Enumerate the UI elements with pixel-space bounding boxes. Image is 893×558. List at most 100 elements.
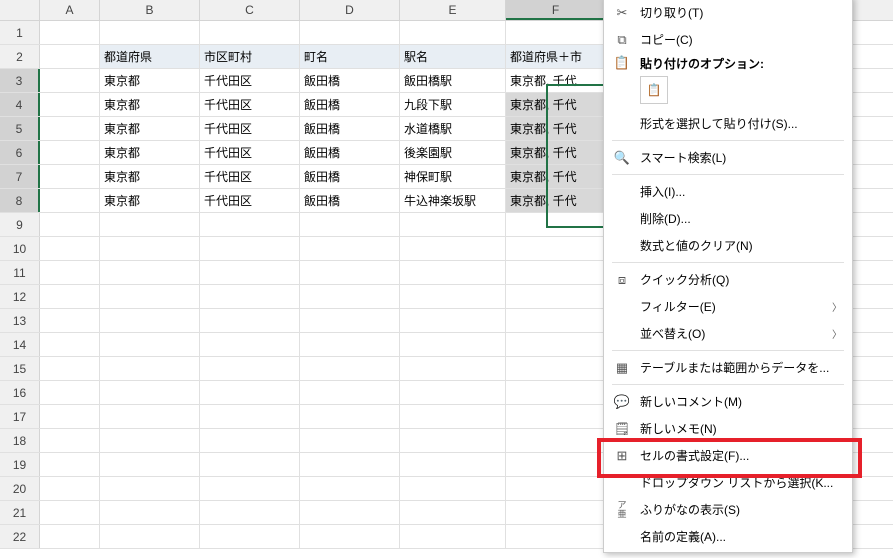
- cell[interactable]: [400, 285, 506, 308]
- row-header[interactable]: 20: [0, 477, 40, 500]
- col-header-c[interactable]: C: [200, 0, 300, 20]
- menu-format-cells[interactable]: ⊞ セルの書式設定(F)...: [604, 442, 852, 469]
- cell-selected[interactable]: 東京都, 千代: [506, 117, 606, 140]
- cell[interactable]: [200, 357, 300, 380]
- cell-header-e[interactable]: 駅名: [400, 45, 506, 68]
- cell[interactable]: [40, 309, 100, 332]
- cell-header-f[interactable]: 都道府県＋市: [506, 45, 606, 68]
- cell[interactable]: [200, 477, 300, 500]
- cell[interactable]: 東京都: [100, 189, 200, 212]
- cell[interactable]: [200, 501, 300, 524]
- cell-selected[interactable]: 東京都, 千代: [506, 93, 606, 116]
- menu-new-note[interactable]: 🗒 新しいメモ(N): [604, 415, 852, 442]
- menu-define-name[interactable]: 名前の定義(A)...: [604, 523, 852, 550]
- cell-selected[interactable]: 東京都, 千代: [506, 165, 606, 188]
- cell[interactable]: [40, 93, 100, 116]
- cell[interactable]: [40, 525, 100, 548]
- cell[interactable]: [506, 21, 606, 44]
- cell[interactable]: [100, 525, 200, 548]
- cell[interactable]: [300, 21, 400, 44]
- cell-header-d[interactable]: 町名: [300, 45, 400, 68]
- menu-insert[interactable]: 挿入(I)...: [604, 178, 852, 205]
- cell[interactable]: [100, 285, 200, 308]
- col-header-a[interactable]: A: [40, 0, 100, 20]
- cell[interactable]: [40, 405, 100, 428]
- row-header-2[interactable]: 2: [0, 45, 40, 68]
- row-header[interactable]: 6: [0, 141, 40, 164]
- menu-furigana[interactable]: ア亜 ふりがなの表示(S): [604, 496, 852, 523]
- cell[interactable]: [400, 237, 506, 260]
- cell[interactable]: [400, 525, 506, 548]
- cell[interactable]: [300, 261, 400, 284]
- cell[interactable]: [400, 405, 506, 428]
- row-header[interactable]: 18: [0, 429, 40, 452]
- row-header[interactable]: 8: [0, 189, 40, 212]
- row-header[interactable]: 21: [0, 501, 40, 524]
- cell[interactable]: [506, 501, 606, 524]
- cell[interactable]: [40, 213, 100, 236]
- col-header-b[interactable]: B: [100, 0, 200, 20]
- cell[interactable]: [100, 21, 200, 44]
- cell[interactable]: [200, 429, 300, 452]
- cell[interactable]: [200, 405, 300, 428]
- cell[interactable]: 牛込神楽坂駅: [400, 189, 506, 212]
- cell-selected[interactable]: 東京都, 千代: [506, 69, 606, 92]
- cell[interactable]: [40, 333, 100, 356]
- cell[interactable]: [40, 237, 100, 260]
- cell[interactable]: [40, 285, 100, 308]
- cell[interactable]: [400, 357, 506, 380]
- cell[interactable]: [506, 309, 606, 332]
- cell[interactable]: 飯田橋: [300, 93, 400, 116]
- row-header[interactable]: 11: [0, 261, 40, 284]
- cell[interactable]: [506, 357, 606, 380]
- menu-clear[interactable]: 数式と値のクリア(N): [604, 232, 852, 259]
- cell[interactable]: [100, 237, 200, 260]
- cell[interactable]: 飯田橋: [300, 165, 400, 188]
- cell-header-c[interactable]: 市区町村: [200, 45, 300, 68]
- cell-header-b[interactable]: 都道府県: [100, 45, 200, 68]
- cell[interactable]: [400, 261, 506, 284]
- cell[interactable]: [200, 333, 300, 356]
- cell[interactable]: [300, 405, 400, 428]
- cell[interactable]: [300, 357, 400, 380]
- cell[interactable]: [200, 237, 300, 260]
- cell[interactable]: [100, 261, 200, 284]
- row-header[interactable]: 19: [0, 453, 40, 476]
- row-header[interactable]: 17: [0, 405, 40, 428]
- menu-table-data[interactable]: ▦ テーブルまたは範囲からデータを...: [604, 354, 852, 381]
- cell[interactable]: 千代田区: [200, 189, 300, 212]
- row-header[interactable]: 15: [0, 357, 40, 380]
- menu-copy[interactable]: ⧉ コピー(C): [604, 26, 852, 53]
- cell[interactable]: [40, 381, 100, 404]
- cell[interactable]: 飯田橋駅: [400, 69, 506, 92]
- cell[interactable]: [300, 453, 400, 476]
- cell[interactable]: [300, 285, 400, 308]
- cell[interactable]: [40, 141, 100, 164]
- cell[interactable]: [506, 453, 606, 476]
- cell[interactable]: [506, 237, 606, 260]
- row-header[interactable]: 4: [0, 93, 40, 116]
- cell[interactable]: [300, 381, 400, 404]
- col-header-f[interactable]: F: [506, 0, 606, 20]
- cell[interactable]: 飯田橋: [300, 141, 400, 164]
- cell[interactable]: [100, 429, 200, 452]
- cell[interactable]: 東京都: [100, 69, 200, 92]
- cell[interactable]: [40, 453, 100, 476]
- cell[interactable]: 後楽園駅: [400, 141, 506, 164]
- select-all-corner[interactable]: [0, 0, 40, 20]
- menu-delete[interactable]: 削除(D)...: [604, 205, 852, 232]
- cell[interactable]: [40, 45, 100, 68]
- cell[interactable]: [200, 381, 300, 404]
- row-header[interactable]: 12: [0, 285, 40, 308]
- cell[interactable]: [506, 405, 606, 428]
- cell[interactable]: [100, 309, 200, 332]
- cell[interactable]: [506, 429, 606, 452]
- cell[interactable]: 東京都: [100, 93, 200, 116]
- cell[interactable]: [100, 453, 200, 476]
- cell[interactable]: [100, 405, 200, 428]
- cell[interactable]: 東京都: [100, 165, 200, 188]
- cell[interactable]: [400, 213, 506, 236]
- row-header[interactable]: 5: [0, 117, 40, 140]
- cell[interactable]: [100, 213, 200, 236]
- cell[interactable]: [400, 309, 506, 332]
